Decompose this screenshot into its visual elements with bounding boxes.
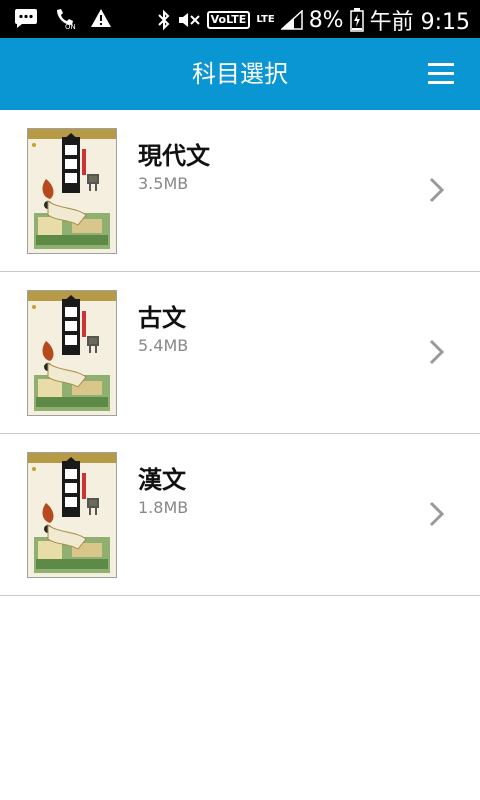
textbook-cover-image [27, 128, 117, 254]
clock: 午前 9:15 [369, 10, 470, 35]
call-forward-icon: ON [52, 6, 76, 30]
app-header: 科目選択 [0, 38, 480, 110]
svg-text:ON: ON [65, 23, 76, 30]
subject-title: 古文 [138, 304, 186, 332]
subject-list: 現代文 3.5MB 古文 5.4MB 漢文 1.8MB [0, 110, 480, 596]
lte-signal-icon: LTE [256, 14, 275, 25]
subject-size: 3.5MB [138, 174, 189, 193]
bluetooth-icon [157, 9, 171, 31]
hamburger-menu-icon[interactable] [428, 63, 454, 85]
battery-percent: 8% [308, 7, 344, 33]
warning-icon [90, 8, 112, 28]
chevron-right-icon [428, 500, 446, 532]
mute-icon [177, 9, 201, 31]
message-icon [14, 7, 38, 29]
page-title: 科目選択 [192, 60, 288, 88]
chevron-right-icon [428, 176, 446, 208]
subject-item-kobun[interactable]: 古文 5.4MB [0, 272, 480, 434]
subject-title: 漢文 [138, 466, 186, 494]
subject-size: 5.4MB [138, 336, 189, 355]
subject-title: 現代文 [138, 142, 210, 170]
volte-icon: VoLTE [206, 11, 251, 29]
subject-size: 1.8MB [138, 498, 189, 517]
textbook-cover-image [27, 290, 117, 416]
signal-strength-icon [280, 10, 303, 30]
battery-charging-icon [349, 8, 364, 32]
chevron-right-icon [428, 338, 446, 370]
status-bar: ON VoLTE LTE 8% 午前 9:15 [0, 0, 480, 38]
textbook-cover-image [27, 452, 117, 578]
subject-item-kanbun[interactable]: 漢文 1.8MB [0, 434, 480, 596]
subject-item-gendaibun[interactable]: 現代文 3.5MB [0, 110, 480, 272]
